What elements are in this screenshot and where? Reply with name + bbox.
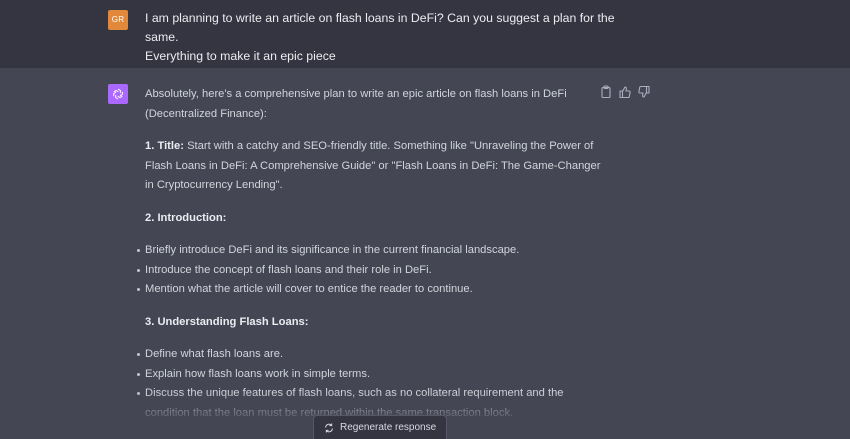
section-heading: 3. Understanding Flash Loans: xyxy=(145,315,309,328)
bullet-list: Briefly introduce DeFi and its significa… xyxy=(137,241,605,300)
bullet-list: Define what flash loans are. Explain how… xyxy=(137,345,605,423)
list-item: Explain how flash loans work in simple t… xyxy=(137,365,605,385)
section-heading: 2. Introduction: xyxy=(145,211,227,224)
assistant-message-row: Absolutely, here's a comprehensive plan … xyxy=(0,68,850,439)
user-message-line-1: I am planning to write an article on fla… xyxy=(145,11,615,44)
list-item: Define what flash loans are. xyxy=(137,345,605,365)
section-heading: 1. Title: xyxy=(145,140,184,152)
user-message-line-2: Everything to make it an epic piece xyxy=(145,49,336,63)
assistant-intro: Absolutely, here's a comprehensive plan … xyxy=(145,88,567,120)
regenerate-label: Regenerate response xyxy=(340,422,437,433)
user-message-row: GR I am planning to write an article on … xyxy=(0,0,850,69)
openai-logo-icon xyxy=(113,88,123,100)
assistant-avatar xyxy=(108,84,128,104)
thumbs-up-icon[interactable] xyxy=(619,85,631,99)
refresh-icon xyxy=(325,422,333,433)
user-message: I am planning to write an article on fla… xyxy=(145,9,615,66)
section-text: Start with a catchy and SEO-friendly tit… xyxy=(145,140,601,191)
message-actions xyxy=(600,85,650,99)
assistant-message-content: Absolutely, here's a comprehensive plan … xyxy=(137,85,605,436)
section-title: 1. Title: Start with a catchy and SEO-fr… xyxy=(145,137,605,196)
user-avatar: GR xyxy=(108,10,128,30)
list-item: Introduce the concept of flash loans and… xyxy=(137,261,605,281)
thumbs-down-icon[interactable] xyxy=(638,85,650,99)
clipboard-icon[interactable] xyxy=(600,85,612,99)
list-item: Mention what the article will cover to e… xyxy=(137,280,605,300)
list-item: Briefly introduce DeFi and its significa… xyxy=(137,241,605,261)
regenerate-response-button[interactable]: Regenerate response xyxy=(313,415,448,439)
